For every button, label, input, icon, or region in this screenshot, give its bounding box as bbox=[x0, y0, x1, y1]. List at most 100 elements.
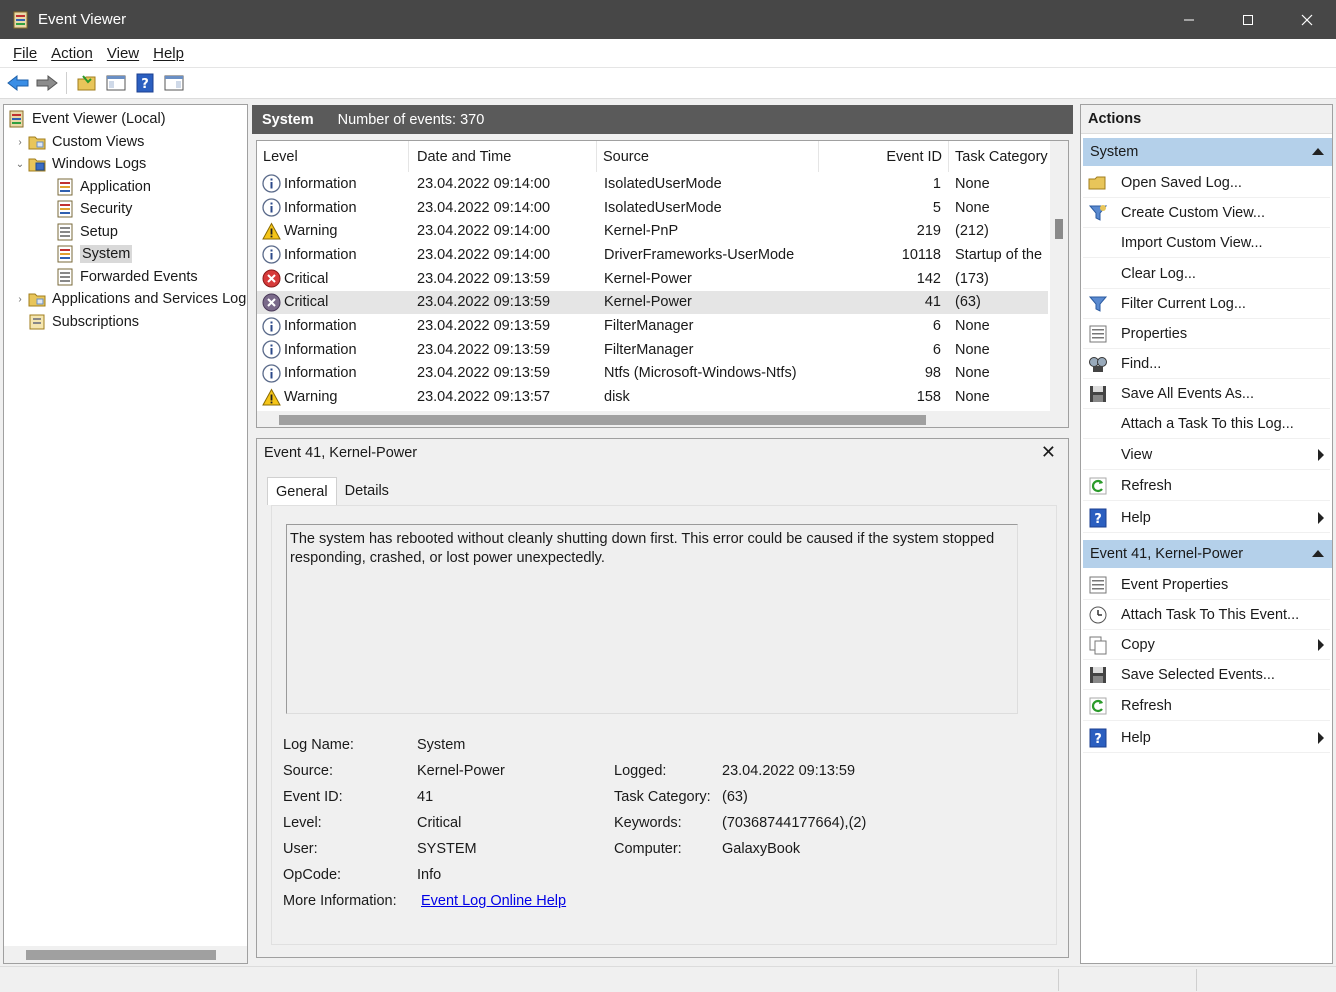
close-icon[interactable]: ✕ bbox=[1041, 442, 1056, 463]
collapse-caret-icon[interactable] bbox=[1312, 148, 1324, 155]
tree-item-apps-services[interactable]: › Applications and Services Log bbox=[12, 288, 246, 310]
tree-item-custom-views[interactable]: › Custom Views bbox=[12, 131, 144, 153]
show-hide-tree-icon[interactable] bbox=[104, 72, 127, 95]
menu-action[interactable]: Action bbox=[44, 45, 100, 62]
tab-details[interactable]: Details bbox=[337, 477, 397, 505]
action-event-properties[interactable]: Event Properties bbox=[1083, 570, 1330, 600]
scrollbar-thumb[interactable] bbox=[26, 950, 216, 960]
value-task-category: (63) bbox=[722, 789, 748, 805]
event-row[interactable]: Warning 23.04.2022 09:14:00 Kernel-PnP 219 (… bbox=[257, 219, 1048, 243]
event-log-online-help-link[interactable]: Event Log Online Help bbox=[421, 893, 566, 909]
tree-item-windows-logs[interactable]: ⌄ Windows Logs bbox=[12, 153, 147, 175]
event-row[interactable]: Information 23.04.2022 09:14:00 IsolatedUs… bbox=[257, 196, 1048, 220]
event-row[interactable]: Information 23.04.2022 09:13:59 FilterMana… bbox=[257, 314, 1048, 338]
properties-icon bbox=[1088, 575, 1108, 595]
chevron-down-icon[interactable]: ⌄ bbox=[12, 159, 28, 170]
log-header: System Number of events: 370 bbox=[252, 105, 1073, 134]
event-date: 23.04.2022 09:14:00 bbox=[417, 223, 551, 240]
column-header-level[interactable]: Level bbox=[257, 141, 409, 172]
column-header-task-category[interactable]: Task Category bbox=[949, 141, 1049, 172]
tree-item-label: Custom Views bbox=[52, 134, 145, 150]
information-icon bbox=[262, 364, 281, 383]
information-icon bbox=[262, 198, 281, 217]
action-import-custom-view[interactable]: Import Custom View... bbox=[1083, 228, 1330, 258]
action-save-all-events-as[interactable]: Save All Events As... bbox=[1083, 379, 1330, 409]
event-task-category: None bbox=[955, 389, 990, 406]
tree-item-event-viewer-local[interactable]: Event Viewer (Local) bbox=[8, 108, 166, 130]
action-copy[interactable]: Copy bbox=[1083, 630, 1330, 660]
event-message[interactable]: The system has rebooted without cleanly … bbox=[286, 524, 1018, 714]
action-help[interactable]: ? Help bbox=[1083, 723, 1330, 753]
tree-item-forwarded-events[interactable]: Forwarded Events bbox=[56, 266, 198, 288]
event-source: DriverFrameworks-UserMode bbox=[604, 246, 795, 263]
action-label: Help bbox=[1121, 729, 1151, 746]
actions-section-system[interactable]: System bbox=[1083, 138, 1332, 166]
column-header-date[interactable]: Date and Time bbox=[411, 141, 597, 172]
events-vertical-scrollbar[interactable] bbox=[1050, 141, 1068, 411]
scrollbar-thumb[interactable] bbox=[279, 415, 926, 425]
action-help[interactable]: ? Help bbox=[1083, 503, 1330, 533]
value-log-name: System bbox=[417, 737, 466, 753]
action-view[interactable]: View bbox=[1083, 440, 1330, 470]
information-icon bbox=[262, 340, 281, 359]
action-label: Import Custom View... bbox=[1121, 234, 1263, 251]
tree-horizontal-scrollbar[interactable] bbox=[4, 946, 247, 963]
actions-title: Actions bbox=[1081, 105, 1332, 134]
event-row[interactable]: Information 23.04.2022 09:13:59 Ntfs (Micr… bbox=[257, 362, 1048, 386]
label-user: User: bbox=[283, 841, 318, 857]
toolbar: ? bbox=[0, 68, 1336, 99]
tree-item-subscriptions[interactable]: Subscriptions bbox=[28, 311, 139, 333]
log-icon bbox=[56, 178, 74, 196]
menu-file[interactable]: File bbox=[6, 45, 44, 62]
tree-item-security[interactable]: Security bbox=[56, 198, 132, 220]
forward-arrow-icon[interactable] bbox=[35, 72, 58, 95]
column-header-event-id[interactable]: Event ID bbox=[819, 141, 949, 172]
action-filter-current-log[interactable]: Filter Current Log... bbox=[1083, 289, 1330, 319]
close-button[interactable] bbox=[1277, 0, 1336, 39]
show-hide-action-pane-icon[interactable] bbox=[162, 72, 185, 95]
event-row[interactable]: Critical 23.04.2022 09:13:59 Kernel-Power 4… bbox=[257, 290, 1048, 315]
menu-help[interactable]: Help bbox=[146, 45, 191, 62]
action-find[interactable]: Find... bbox=[1083, 349, 1330, 379]
back-arrow-icon[interactable] bbox=[6, 72, 29, 95]
tree-item-label: Subscriptions bbox=[52, 314, 140, 330]
minimize-button[interactable] bbox=[1159, 0, 1218, 39]
event-row[interactable]: Critical 23.04.2022 09:13:59 Kernel-Power 1… bbox=[257, 267, 1048, 291]
event-row[interactable]: Information 23.04.2022 09:14:00 IsolatedUs… bbox=[257, 172, 1048, 196]
actions-section-event[interactable]: Event 41, Kernel-Power bbox=[1083, 540, 1332, 568]
event-row[interactable]: Information 23.04.2022 09:13:59 FilterMana… bbox=[257, 338, 1048, 362]
action-properties[interactable]: Properties bbox=[1083, 319, 1330, 349]
action-attach-task-to-event[interactable]: Attach Task To This Event... bbox=[1083, 600, 1330, 630]
help-icon[interactable]: ? bbox=[133, 72, 156, 95]
tab-general[interactable]: General bbox=[267, 477, 337, 505]
column-header-source[interactable]: Source bbox=[597, 141, 819, 172]
tree-item-setup[interactable]: Setup bbox=[56, 221, 118, 243]
tree-item-system[interactable]: System bbox=[56, 243, 133, 265]
event-row[interactable]: Information 23.04.2022 09:14:00 DriverFram… bbox=[257, 243, 1048, 267]
scrollbar-thumb[interactable] bbox=[1055, 219, 1063, 239]
label-task-category: Task Category: bbox=[614, 789, 711, 805]
action-open-saved-log[interactable]: Open Saved Log... bbox=[1083, 168, 1330, 198]
collapse-caret-icon[interactable] bbox=[1312, 550, 1324, 557]
event-viewer-icon bbox=[12, 11, 30, 29]
chevron-right-icon[interactable]: › bbox=[12, 294, 28, 305]
event-id: 98 bbox=[924, 365, 941, 382]
action-save-selected-events[interactable]: Save Selected Events... bbox=[1083, 660, 1330, 690]
tree-item-application[interactable]: Application bbox=[56, 176, 151, 198]
action-refresh[interactable]: Refresh bbox=[1083, 471, 1330, 501]
menu-view[interactable]: View bbox=[100, 45, 146, 62]
toolbar-separator bbox=[66, 72, 67, 94]
action-clear-log[interactable]: Clear Log... bbox=[1083, 259, 1330, 289]
open-folder-icon[interactable] bbox=[75, 72, 98, 95]
event-source: Ntfs (Microsoft-Windows-Ntfs) bbox=[604, 365, 797, 382]
svg-text:?: ? bbox=[141, 77, 149, 92]
chevron-right-icon[interactable]: › bbox=[12, 137, 28, 148]
menu-bar: File Action View Help bbox=[0, 39, 1336, 68]
maximize-button[interactable] bbox=[1218, 0, 1277, 39]
action-refresh[interactable]: Refresh bbox=[1083, 691, 1330, 721]
event-row[interactable]: Warning 23.04.2022 09:13:57 disk 158 None bbox=[257, 385, 1048, 409]
event-source: IsolatedUserMode bbox=[604, 175, 722, 192]
action-create-custom-view[interactable]: Create Custom View... bbox=[1083, 198, 1330, 228]
events-horizontal-scrollbar[interactable] bbox=[257, 411, 1068, 427]
action-attach-task-to-log[interactable]: Attach a Task To this Log... bbox=[1083, 409, 1330, 439]
